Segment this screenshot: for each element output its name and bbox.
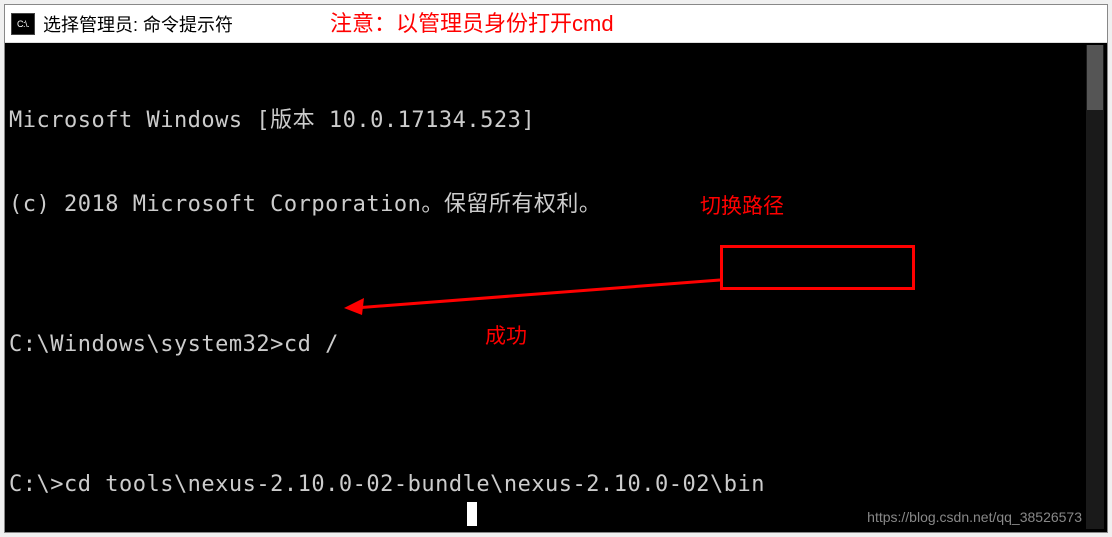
- terminal-line: C:\>cd tools\nexus-2.10.0-02-bundle\nexu…: [9, 471, 1103, 499]
- terminal-line: Microsoft Windows [版本 10.0.17134.523]: [9, 107, 1103, 135]
- terminal-body[interactable]: Microsoft Windows [版本 10.0.17134.523] (c…: [5, 43, 1107, 532]
- cmd-icon: C:\.: [11, 13, 35, 35]
- scrollbar-thumb[interactable]: [1087, 45, 1103, 110]
- terminal-line: C:\Windows\system32>cd /: [9, 331, 1103, 359]
- terminal-line: (c) 2018 Microsoft Corporation。保留所有权利。: [9, 191, 1103, 219]
- window-title: 选择管理员: 命令提示符: [43, 11, 233, 37]
- watermark-text: https://blog.csdn.net/qq_38526573: [867, 509, 1082, 525]
- vertical-scrollbar[interactable]: [1086, 45, 1104, 529]
- command-prompt-window: C:\. 选择管理员: 命令提示符 Microsoft Windows [版本 …: [4, 4, 1108, 533]
- bottom-cursor-artifact: [467, 502, 477, 526]
- window-titlebar[interactable]: C:\. 选择管理员: 命令提示符: [5, 5, 1107, 43]
